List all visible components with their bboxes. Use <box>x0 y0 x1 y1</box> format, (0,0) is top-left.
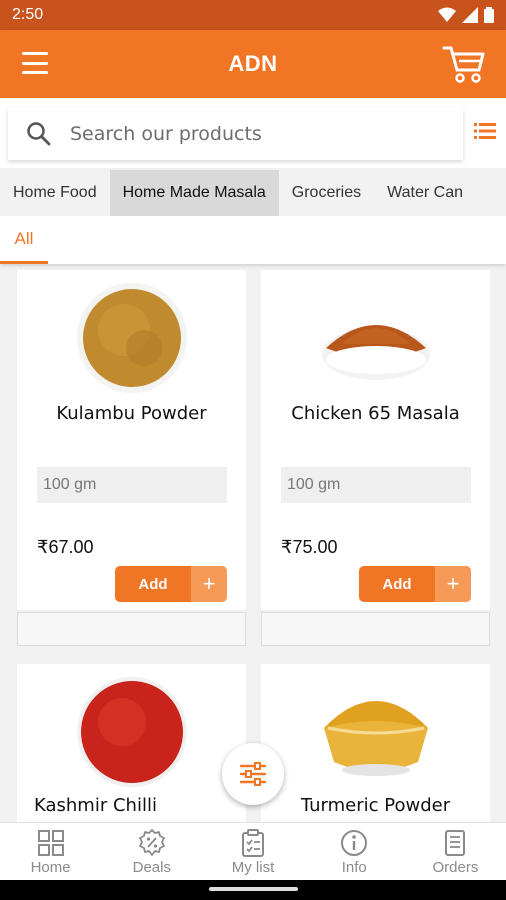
product-name: Chicken 65 Masala <box>291 403 460 424</box>
product-price: ₹75.00 <box>281 537 338 557</box>
product-image <box>323 701 428 776</box>
bottom-navigation: Home Deals My list Info Orders <box>0 822 506 880</box>
product-name: Kulambu Powder <box>56 403 207 424</box>
home-gesture-handle[interactable] <box>209 887 298 891</box>
discount-badge-icon <box>138 829 165 856</box>
status-time: 2:50 <box>12 6 44 23</box>
product-name: Turmeric Powder <box>300 795 451 816</box>
product-image <box>76 677 187 787</box>
search-area <box>0 98 506 168</box>
plus-icon: + <box>435 566 471 602</box>
tab-home-made-masala[interactable]: Home Made Masala <box>109 170 279 224</box>
search-icon <box>27 122 51 146</box>
product-name: Kashmir Chilli <box>34 795 157 816</box>
tab-water-can[interactable]: Water Can <box>374 170 476 216</box>
nav-label: Deals <box>132 859 171 876</box>
product-card[interactable]: Kulambu Powder 100 gm ₹67.00 Add + <box>17 270 246 610</box>
hamburger-line <box>22 52 48 55</box>
search-input[interactable] <box>70 123 430 145</box>
unit-select[interactable]: 100 gm <box>281 467 471 503</box>
cart-icon[interactable] <box>442 44 486 84</box>
system-gesture-bar <box>0 880 506 900</box>
grid-icon <box>37 830 64 856</box>
product-price: ₹67.00 <box>37 537 94 557</box>
search-box[interactable] <box>8 108 463 160</box>
tab-all[interactable]: All <box>0 216 48 264</box>
wifi-icon <box>438 7 456 22</box>
tab-groceries[interactable]: Groceries <box>279 170 374 216</box>
subcategory-tabs: All <box>0 216 506 264</box>
orders-icon <box>445 830 466 856</box>
add-label: Add <box>382 575 412 593</box>
hamburger-line <box>22 71 48 74</box>
battery-icon <box>484 7 494 23</box>
status-bar: 2:50 <box>0 0 506 30</box>
product-card[interactable]: Turmeric Powder <box>261 664 490 824</box>
category-tabs: Home Food Home Made Masala Groceries Wat… <box>0 170 506 224</box>
nav-my-list[interactable]: My list <box>202 823 303 880</box>
product-image <box>76 283 187 393</box>
plus-icon: + <box>191 566 227 602</box>
nav-label: Orders <box>432 859 479 876</box>
tab-home-food[interactable]: Home Food <box>0 170 110 216</box>
nav-label: Home <box>30 859 71 876</box>
product-card-footer <box>17 612 246 646</box>
filter-button[interactable] <box>222 743 284 805</box>
unit-select[interactable]: 100 gm <box>37 467 227 503</box>
add-to-cart-button[interactable]: Add + <box>359 566 471 602</box>
info-icon <box>341 830 368 856</box>
nav-home[interactable]: Home <box>0 823 101 880</box>
nav-label: Info <box>341 859 367 876</box>
list-view-icon[interactable] <box>474 122 496 140</box>
product-image <box>321 325 430 380</box>
nav-info[interactable]: Info <box>304 823 405 880</box>
filter-sliders-icon <box>239 762 267 786</box>
product-card[interactable]: Chicken 65 Masala 100 gm ₹75.00 Add + <box>261 270 490 610</box>
nav-orders[interactable]: Orders <box>405 823 506 880</box>
app-title: ADN <box>228 51 278 76</box>
menu-button[interactable] <box>22 52 48 74</box>
product-card-footer <box>261 612 490 646</box>
signal-icon <box>462 7 478 23</box>
hamburger-line <box>22 61 48 65</box>
app-bar: ADN <box>0 30 506 98</box>
nav-label: My list <box>231 859 275 876</box>
add-label: Add <box>138 575 168 593</box>
product-card[interactable]: Kashmir Chilli <box>17 664 246 824</box>
add-to-cart-button[interactable]: Add + <box>115 566 227 602</box>
shopping-list-icon <box>242 829 264 857</box>
nav-deals[interactable]: Deals <box>101 823 202 880</box>
status-icons <box>438 7 494 23</box>
